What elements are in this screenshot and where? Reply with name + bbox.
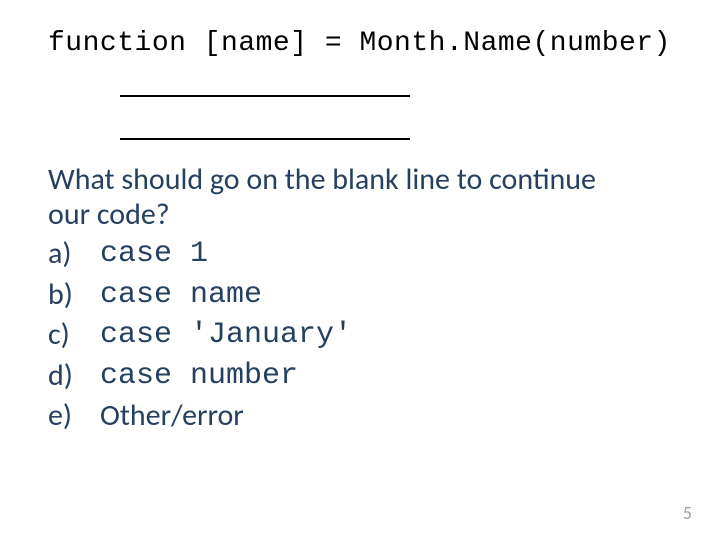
option-c-code: case 'January' (100, 315, 352, 356)
option-d: d) case number (48, 356, 672, 397)
option-c: c) case 'January' (48, 315, 672, 356)
question-line-1: What should go on the blank line to cont… (48, 161, 596, 198)
options-list: a) case 1 b) case name c) case 'January'… (48, 234, 672, 437)
option-a-label: a) (48, 234, 100, 275)
option-a-code: case 1 (100, 234, 208, 275)
option-b-code: case name (100, 275, 262, 316)
option-a: a) case 1 (48, 234, 672, 275)
blank-line-2 (120, 112, 672, 145)
question-line-2: our code? (48, 196, 170, 233)
option-c-label: c) (48, 315, 100, 356)
slide: function [name] = Month.Name(number) Wha… (0, 0, 720, 540)
code-line-1: function [name] = Month.Name(number) (48, 28, 672, 59)
blank-line-1 (120, 69, 672, 102)
option-b: b) case name (48, 275, 672, 316)
page-number: 5 (683, 502, 692, 524)
option-e: e) Other/error (48, 396, 672, 437)
option-e-label: e) (48, 396, 100, 437)
question-text: What should go on the blank line to cont… (48, 163, 672, 232)
option-b-label: b) (48, 275, 100, 316)
option-e-text: Other/error (100, 396, 244, 437)
option-d-code: case number (100, 356, 298, 397)
option-d-label: d) (48, 356, 100, 397)
